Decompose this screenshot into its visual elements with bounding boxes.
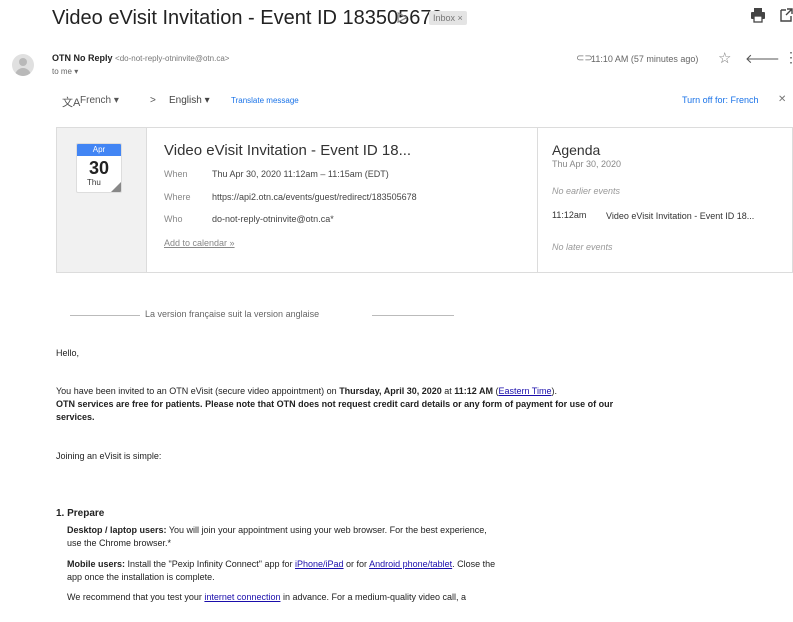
mobile-text: Install the "Pexip Infinity Connect" app… — [125, 559, 295, 569]
invitation-text: at — [441, 386, 455, 396]
free-service-notice: OTN services are free for patients. Plea… — [56, 399, 614, 409]
sender-avatar — [12, 54, 34, 76]
invitation-text: ). — [551, 386, 557, 396]
sender-name: OTN No Reply — [52, 53, 113, 63]
close-icon[interactable]: ✕ — [778, 94, 786, 105]
test-text: We recommend that you test your — [67, 592, 205, 602]
reply-icon[interactable]: 🡐 — [745, 51, 780, 67]
calendar-date-panel: Apr 30 Thu — [57, 128, 147, 272]
event-details: Video eVisit Invitation - Event ID 18...… — [164, 128, 536, 272]
calendar-icon: Apr 30 Thu — [76, 143, 122, 193]
agenda-panel: Agenda Thu Apr 30, 2020 No earlier event… — [537, 128, 792, 272]
translate-message-link[interactable]: Translate message — [231, 96, 299, 105]
test-text: in advance. For a medium-quality video c… — [280, 592, 467, 602]
free-service-notice-cont: services. — [56, 412, 95, 422]
recipient-details-toggle[interactable]: to me ▾ — [52, 67, 78, 76]
more-options-icon[interactable]: ⋮ — [784, 49, 793, 66]
agenda-no-earlier: No earlier events — [552, 186, 621, 196]
mobile-instructions: Mobile users: Install the "Pexip Infinit… — [67, 558, 495, 571]
calendar-invite-card: Apr 30 Thu Video eVisit Invitation - Eve… — [56, 127, 793, 273]
subject-row: Video eVisit Invitation - Event ID 18350… — [0, 0, 793, 40]
mobile-label: Mobile users: — [67, 559, 126, 569]
eastern-time-link[interactable]: Eastern Time — [498, 386, 551, 396]
french-version-divider: La version française suit la version ang… — [70, 309, 454, 323]
prepare-heading: 1. Prepare — [56, 508, 105, 519]
divider-rule — [372, 315, 454, 316]
agenda-title: Agenda — [552, 142, 601, 158]
invitation-sentence: You have been invited to an OTN eVisit (… — [56, 385, 557, 398]
inbox-label-badge[interactable]: Inbox × — [429, 11, 467, 25]
turn-off-translation-link[interactable]: Turn off for: French — [682, 95, 759, 105]
who-value: do-not-reply-otninvite@otn.ca* — [212, 214, 334, 224]
invitation-text: You have been invited to an OTN eVisit (… — [56, 386, 340, 396]
android-link[interactable]: Android phone/tablet — [369, 559, 452, 569]
agenda-no-later: No later events — [552, 242, 613, 252]
sender-email: <do-not-reply-otninvite@otn.ca> — [115, 54, 230, 63]
received-time: 11:10 AM (57 minutes ago) — [591, 54, 699, 64]
when-label: When — [164, 169, 188, 179]
translate-arrow: > — [150, 95, 156, 106]
when-value: Thu Apr 30, 2020 11:12am – 11:15am (EDT) — [212, 169, 389, 179]
joining-simple-text: Joining an eVisit is simple: — [56, 451, 162, 461]
agenda-event-time: 11:12am — [552, 210, 587, 220]
open-in-new-window-icon[interactable] — [779, 7, 793, 23]
translate-icon: 文A — [62, 97, 81, 109]
add-to-calendar-link[interactable]: Add to calendar » — [164, 238, 235, 248]
calendar-month: Apr — [77, 144, 121, 156]
mobile-text: . Close the — [452, 559, 496, 569]
event-title[interactable]: Video eVisit Invitation - Event ID 18... — [164, 142, 411, 159]
print-icon[interactable] — [750, 7, 766, 23]
desktop-text: You will join your appointment using you… — [166, 525, 487, 535]
star-icon[interactable]: ☆ — [718, 49, 731, 67]
page-fold-icon — [111, 182, 121, 192]
where-value: https://api2.otn.ca/events/guest/redirec… — [212, 192, 417, 202]
source-language-select[interactable]: French ▾ — [80, 95, 119, 106]
mobile-instructions-cont: app once the installation is complete. — [67, 572, 215, 582]
desktop-label: Desktop / laptop users: — [67, 525, 167, 535]
french-version-note: La version française suit la version ang… — [145, 309, 320, 319]
agenda-event-title[interactable]: Video eVisit Invitation - Event ID 18... — [606, 210, 786, 223]
appointment-time: 11:12 AM — [454, 386, 493, 396]
target-language-select[interactable]: English ▾ — [169, 95, 210, 106]
divider-rule — [70, 315, 140, 316]
desktop-instructions: Desktop / laptop users: You will join yo… — [67, 524, 487, 537]
connection-test-text: We recommend that you test your internet… — [67, 591, 466, 604]
email-subject: Video eVisit Invitation - Event ID 18350… — [52, 7, 443, 29]
who-label: Who — [164, 214, 183, 224]
importance-marker-icon[interactable]: ᐅ — [396, 9, 408, 27]
sender-line: OTN No Reply <do-not-reply-otninvite@otn… — [52, 53, 229, 63]
calendar-day: 30 — [88, 158, 110, 178]
appointment-date: Thursday, April 30, 2020 — [339, 386, 442, 396]
mobile-text: or for — [343, 559, 370, 569]
greeting: Hello, — [56, 348, 80, 358]
internet-connection-link[interactable]: internet connection — [204, 592, 280, 602]
calendar-weekday: Thu — [87, 178, 101, 187]
agenda-date: Thu Apr 30, 2020 — [552, 159, 622, 169]
iphone-ipad-link[interactable]: iPhone/iPad — [295, 559, 344, 569]
translate-bar: 文A French ▾ > English ▾ Translate messag… — [56, 92, 793, 114]
desktop-instructions-cont: use the Chrome browser.* — [67, 538, 172, 548]
where-label: Where — [164, 192, 191, 202]
